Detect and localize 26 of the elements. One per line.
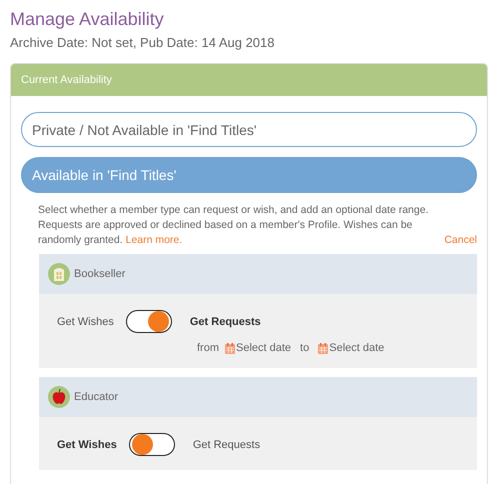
requests-label: Get Requests: [192, 438, 260, 450]
wishes-label: Get Wishes: [56, 438, 117, 450]
toggle-knob[interactable]: [148, 311, 169, 332]
calendar-icon: [225, 342, 235, 354]
availability-option[interactable]: Private / Not Available in 'Find Titles': [21, 112, 477, 147]
requests-label: Get Requests: [188, 316, 261, 328]
member-type-name: Bookseller: [74, 268, 126, 280]
description-text: Select whether a member type can request or wish, and add an optional date range. Requests are approved or declined based on a member's Profile. Wishes can be randomly granted. Learn more.: [38, 203, 430, 248]
from-label: from: [197, 342, 219, 354]
toggle-switch[interactable]: [128, 433, 175, 456]
start-date-picker[interactable]: Select date: [225, 342, 292, 354]
apple-icon: [48, 386, 70, 408]
wishes-label: Get Wishes: [56, 316, 114, 328]
cancel-link[interactable]: Cancel: [444, 233, 477, 248]
dates-subtitle: Archive Date: Not set, Pub Date: 14 Aug 2018: [10, 34, 276, 52]
end-date-picker[interactable]: Select date: [318, 342, 384, 354]
member-type-name: Educator: [74, 391, 118, 403]
panel-header: Current Availability: [11, 64, 487, 96]
calendar-icon: [318, 342, 328, 354]
toggle-knob[interactable]: [132, 434, 153, 455]
to-label: to: [300, 342, 310, 354]
learn-more-link[interactable]: Learn more.: [126, 234, 182, 246]
page-title: Manage Availability: [10, 8, 165, 30]
toggle-switch[interactable]: [126, 310, 172, 333]
building-icon: [48, 263, 70, 285]
availability-option[interactable]: Available in 'Find Titles': [21, 157, 477, 193]
